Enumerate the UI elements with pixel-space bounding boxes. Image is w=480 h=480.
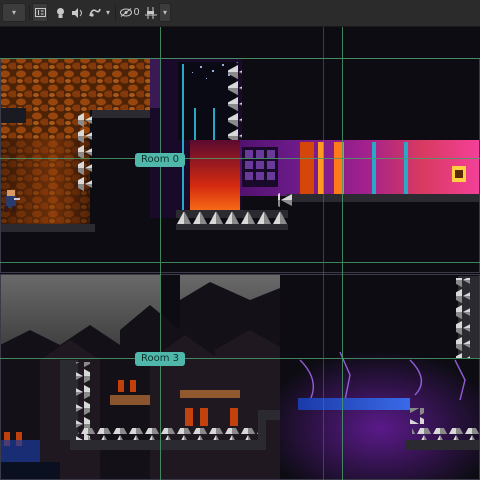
room-3-label[interactable]: Room 3: [135, 352, 186, 366]
hidden-objects-toggle-button[interactable]: 0: [118, 3, 142, 22]
audio-toggle-button[interactable]: [70, 3, 86, 22]
grid-2d-icon: [34, 8, 46, 17]
water-pool: [298, 398, 410, 410]
room-0-left-spikes: [78, 112, 92, 192]
effects-dropdown[interactable]: ▾: [103, 3, 113, 22]
toggle-2d-button[interactable]: [32, 3, 48, 22]
tower-spikes: [228, 62, 242, 140]
room-0-floor-platform: [0, 224, 95, 232]
snap-settings-dropdown[interactable]: ▾: [159, 3, 171, 22]
room-4-right-spikes: [456, 278, 470, 358]
room-0-label[interactable]: Room 0: [135, 153, 186, 167]
chevron-down-icon: ▾: [11, 8, 16, 17]
effects-toggle-button[interactable]: [88, 3, 102, 22]
level-map: [0, 27, 480, 480]
effects-icon: [89, 8, 101, 17]
chevron-down-icon: ▾: [162, 8, 167, 17]
chevron-down-icon: ▾: [105, 8, 110, 17]
lightbulb-icon: [56, 7, 64, 18]
room-3-floor-platform: [70, 440, 264, 450]
speaker-icon: [72, 7, 82, 18]
grid-snap-icon: [145, 6, 157, 19]
grid-snap-toggle-button[interactable]: [144, 3, 158, 22]
scene-toolbar: ▾ ▾ 0 ▾: [0, 0, 480, 27]
room-4-purple-area: [280, 350, 480, 480]
toolbar-left-button[interactable]: ▾: [2, 3, 26, 22]
scene-view[interactable]: Room 0 Room 3: [0, 27, 480, 480]
room-3-floor-spikes: [78, 428, 262, 442]
room-0-floor-spikes: [176, 212, 288, 226]
eye-slash-icon: [120, 8, 133, 17]
hidden-objects-count: 0: [133, 7, 140, 18]
lighting-toggle-button[interactable]: [52, 3, 68, 22]
